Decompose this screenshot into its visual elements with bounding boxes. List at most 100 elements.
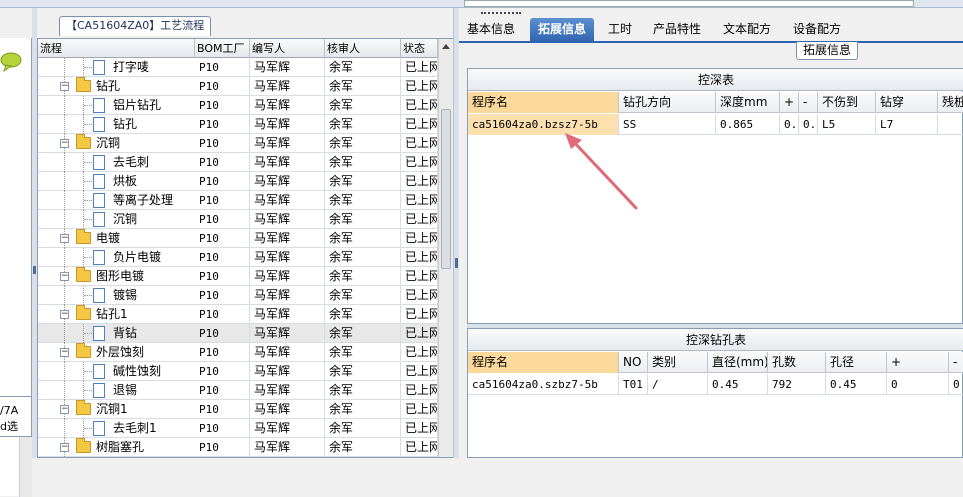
drill-col-hole-count[interactable]: 孔数 <box>768 352 826 373</box>
col-reviewer[interactable]: 核审人 <box>325 39 401 58</box>
drill-col-plus[interactable]: + <box>887 352 949 373</box>
collapse-toggle-icon[interactable]: − <box>60 82 69 91</box>
tree-row[interactable]: 碱性蚀刻 P10 马军辉 余军 已上网 <box>38 362 438 381</box>
depth-col-direction[interactable]: 钻孔方向 <box>619 92 716 113</box>
col-bom[interactable]: BOM工厂 <box>195 39 250 58</box>
writer-cell: 马军辉 <box>250 305 325 324</box>
tab-work-hours[interactable]: 工时 <box>600 18 640 42</box>
tab-extended-info[interactable]: 拓展信息 <box>530 18 595 42</box>
folder-icon <box>76 343 91 358</box>
depth-cell-plus[interactable]: 0.. <box>780 114 799 135</box>
col-writer[interactable]: 编写人 <box>250 39 325 58</box>
tree-node-label: 碱性蚀刻 <box>113 364 162 378</box>
tree-row[interactable]: − 外层蚀刻 P10 马军辉 余军 已上网 <box>38 343 438 362</box>
tree-row[interactable]: 沉铜 P10 马军辉 余军 已上网 <box>38 210 438 229</box>
tab-basic-info[interactable]: 基本信息 <box>459 18 523 42</box>
collapse-toggle-icon[interactable]: − <box>60 348 69 357</box>
tree-guide <box>64 96 65 115</box>
collapse-toggle-icon[interactable]: − <box>60 310 69 319</box>
tree-row[interactable]: − 树脂塞孔 P10 马军辉 余军 已上网 <box>38 438 438 457</box>
tree-row[interactable]: 去毛刺 P10 马军辉 余军 已上网 <box>38 153 438 172</box>
tab-product-features[interactable]: 产品特性 <box>645 18 709 42</box>
depth-cell-no-damage[interactable]: L5 <box>818 114 876 135</box>
folder-icon <box>76 77 91 92</box>
folder-icon <box>76 305 91 320</box>
tree-row[interactable]: 退锡 P10 马军辉 余军 已上网 <box>38 381 438 400</box>
depth-col-no-damage[interactable]: 不伤到 <box>818 92 876 113</box>
drill-cell-hole-count[interactable]: 792 <box>768 374 826 395</box>
depth-col-drill-through[interactable]: 钻穿 <box>876 92 938 113</box>
tree-row[interactable]: 去毛刺1 P10 马军辉 余军 已上网 <box>38 419 438 438</box>
status-cell: 已上网 <box>401 286 438 305</box>
depth-col-depth[interactable]: 深度mm <box>716 92 780 113</box>
tree-row[interactable]: 烘板 P10 马军辉 余军 已上网 <box>38 172 438 191</box>
tree-row[interactable]: − 电镀 P10 马军辉 余军 已上网 <box>38 229 438 248</box>
drill-cell-program[interactable]: ca51604za0.szbz7-5b <box>468 374 619 395</box>
scroll-thumb[interactable] <box>441 109 451 269</box>
collapse-toggle-icon[interactable]: − <box>60 443 69 452</box>
depth-cell-stub[interactable] <box>938 114 963 135</box>
tree-row[interactable]: − 沉铜1 P10 马军辉 余军 已上网 <box>38 400 438 419</box>
depth-col-program[interactable]: 程序名 <box>468 92 619 113</box>
tree-row[interactable]: − 钻孔1 P10 马军辉 余军 已上网 <box>38 305 438 324</box>
left-scrollbar[interactable] <box>20 437 32 497</box>
depth-cell-program[interactable]: ca51604za0.bzsz7-5b <box>468 114 619 135</box>
drill-col-category[interactable]: 类别 <box>648 352 708 373</box>
tab-equipment-recipe[interactable]: 设备配方 <box>785 18 849 42</box>
chat-bubble-icon[interactable] <box>0 52 22 72</box>
drill-col-minus[interactable]: - <box>949 352 963 373</box>
drill-cell-no[interactable]: T01 <box>619 374 648 395</box>
tree-row[interactable]: 钻孔 P10 马军辉 余军 已上网 <box>38 115 438 134</box>
tree-scrollbar[interactable] <box>438 39 453 457</box>
collapse-toggle-icon[interactable]: − <box>60 405 69 414</box>
drill-col-diameter[interactable]: 直径(mm) <box>708 352 768 373</box>
depth-table-row[interactable]: ca51604za0.bzsz7-5b SS 0.865 0.. 0.. L5 … <box>468 114 963 135</box>
drill-col-no[interactable]: NO <box>619 352 648 373</box>
col-flow[interactable]: 流程 <box>38 39 195 58</box>
tree-guide <box>84 390 92 391</box>
drill-cell-diameter[interactable]: 0.45 <box>708 374 768 395</box>
writer-cell: 马军辉 <box>250 229 325 248</box>
tree-node-label: 钻孔 <box>113 117 138 131</box>
tree-node-label: 负片电镀 <box>113 250 162 264</box>
drill-cell-minus[interactable]: 0 <box>949 374 963 395</box>
drag-handle[interactable] <box>481 12 521 15</box>
tree-row[interactable]: 负片电镀 P10 马军辉 余军 已上网 <box>38 248 438 267</box>
tree-row[interactable]: 打字唛 P10 马军辉 余军 已上网 <box>38 58 438 77</box>
tree-row[interactable]: 背钻 P10 马军辉 余军 已上网 <box>38 324 438 343</box>
drill-cell-category[interactable]: / <box>648 374 708 395</box>
drill-cell-plus[interactable]: 0 <box>887 374 949 395</box>
bom-cell: P10 <box>195 343 250 362</box>
tree-row[interactable]: − 图形电镀 P10 马军辉 余军 已上网 <box>38 267 438 286</box>
depth-col-stub[interactable]: 残桩 <box>938 92 963 113</box>
scroll-up-icon[interactable] <box>442 44 450 49</box>
status-cell: 已上网 <box>401 96 438 115</box>
writer-cell: 马军辉 <box>250 324 325 343</box>
drill-table-row[interactable]: ca51604za0.szbz7-5b T01 / 0.45 792 0.45 … <box>468 374 963 395</box>
tree-row[interactable]: − 沉铜 P10 马军辉 余军 已上网 <box>38 134 438 153</box>
tab-text-recipe[interactable]: 文本配方 <box>715 18 779 42</box>
drill-col-hole-size[interactable]: 孔径 <box>826 352 887 373</box>
tree-row[interactable]: 镀锡 P10 马军辉 余军 已上网 <box>38 286 438 305</box>
collapse-toggle-icon[interactable]: − <box>60 272 69 281</box>
tree-row[interactable]: 铝片钻孔 P10 马军辉 余军 已上网 <box>38 96 438 115</box>
drill-col-program[interactable]: 程序名 <box>468 352 619 373</box>
depth-col-plus[interactable]: + <box>780 92 799 113</box>
collapse-toggle-icon[interactable]: − <box>60 139 69 148</box>
depth-cell-direction[interactable]: SS <box>619 114 716 135</box>
depth-cell-depth[interactable]: 0.865 <box>716 114 780 135</box>
tree-guide <box>64 286 65 305</box>
tree-guide <box>64 248 65 267</box>
tree-row[interactable]: 等离子处理 P10 马军辉 余军 已上网 <box>38 191 438 210</box>
depth-col-minus[interactable]: - <box>799 92 818 113</box>
collapse-toggle-icon[interactable]: − <box>60 234 69 243</box>
depth-cell-minus[interactable]: 0.. <box>799 114 818 135</box>
col-status[interactable]: 状态 <box>401 39 438 58</box>
tree-node-label: 沉铜 <box>96 136 121 150</box>
sub-tab-label[interactable]: 拓展信息 <box>796 42 859 60</box>
drill-cell-hole-size[interactable]: 0.45 <box>826 374 887 395</box>
document-icon <box>93 60 105 75</box>
top-input-box[interactable] <box>464 0 914 7</box>
tree-row[interactable]: − 钻孔 P10 马军辉 余军 已上网 <box>38 77 438 96</box>
depth-cell-drill-through[interactable]: L7 <box>876 114 938 135</box>
